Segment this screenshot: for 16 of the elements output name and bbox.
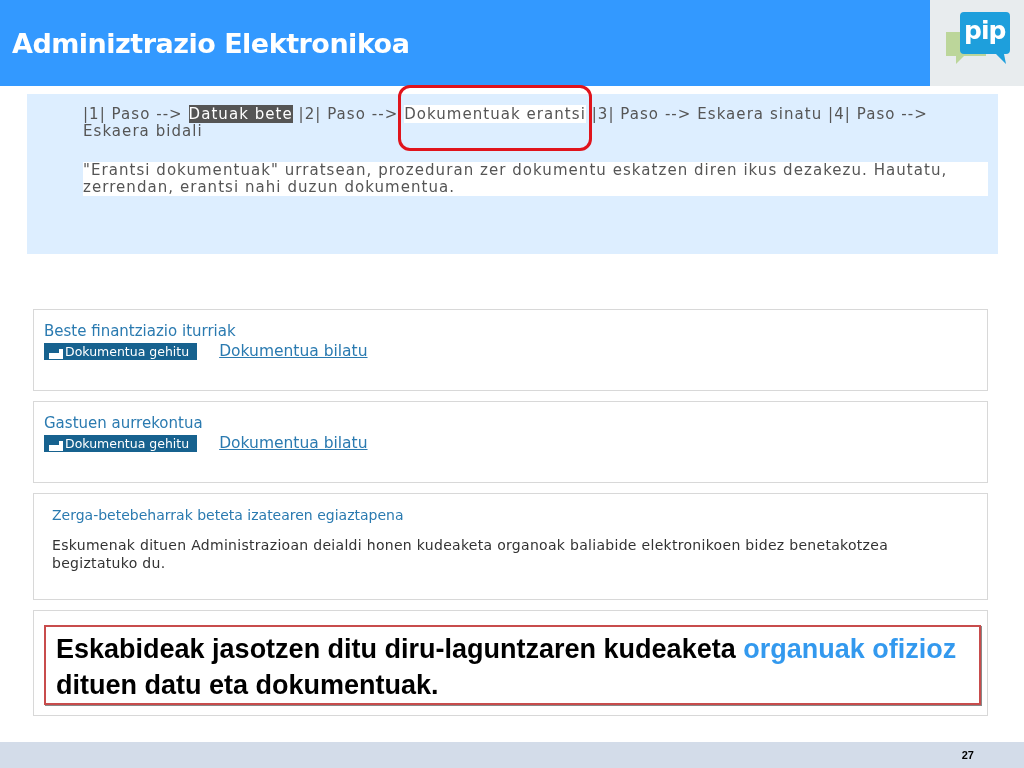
search-document-link[interactable]: Dokumentua bilatu	[219, 340, 368, 364]
document-description: Eskumenak dituen Administrazioan deialdi honen kudeaketa organoak baliabide elektronikoen bidez benetakotzea begiztatuko du.	[52, 536, 890, 572]
page-number: 27	[961, 749, 974, 761]
step-trail: |1| Paso --> Datuak bete |2| Paso --> Dokumentuak erantsi |3| Paso --> Eskaera sinatu |4| Paso --> Eskaera bidali	[83, 106, 988, 140]
callout-text: Eskabideak jasotzen ditu diru-laguntzaren kudeaketa organuak ofizioz dituen datu eta dokumentuak.	[44, 625, 981, 705]
upload-icon	[48, 439, 64, 452]
document-title: Zerga-betebeharrak beteta izatearen egiaztapena	[52, 506, 405, 524]
search-document-link[interactable]: Dokumentua bilatu	[219, 432, 368, 456]
document-title: Beste finantziazio iturriak	[44, 322, 237, 340]
upload-icon	[48, 347, 64, 360]
logo-text: pip	[964, 16, 1006, 46]
add-document-button[interactable]: Dokumentua gehitu	[44, 343, 198, 361]
document-title: Gastuen aurrekontua	[44, 414, 204, 432]
add-document-button[interactable]: Dokumentua gehitu	[44, 435, 198, 453]
slide-title: Adminiztrazio Elektronikoa	[0, 0, 930, 86]
instruction-text: "Erantsi dokumentuak" urratsean, prozeduran zer dokumentu eskatzen diren ikus dezakezu. Hautatu, zerrendan, erantsi nahi duzun dokumentua.	[83, 162, 988, 196]
